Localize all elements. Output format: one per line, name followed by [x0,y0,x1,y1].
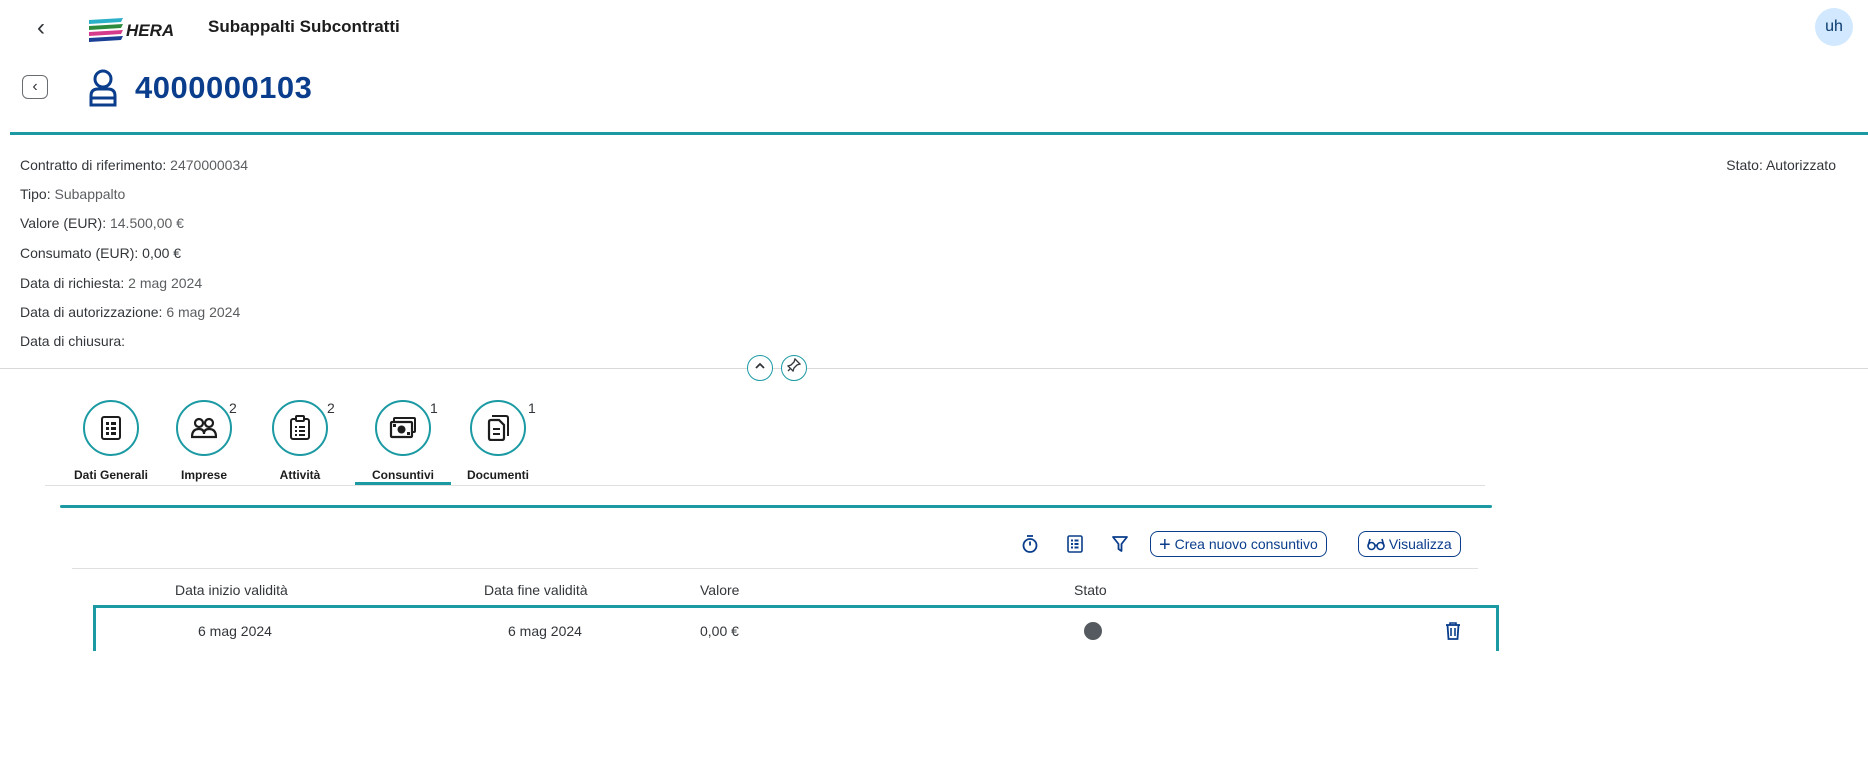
visualizza-button[interactable]: Visualizza [1358,531,1461,557]
create-consuntivo-button[interactable]: + Crea nuovo consuntivo [1150,531,1327,557]
col-header-status[interactable]: Stato [1074,582,1107,598]
glasses-icon [1367,538,1385,551]
status-field: Stato: Autorizzato [1726,157,1836,173]
attr-value: 0,00 € [142,245,182,261]
tab-count-imprese: 2 [229,400,237,416]
documents-icon [487,415,509,441]
attr-label: Data di chiusura: [20,333,126,349]
object-back-button[interactable]: ‹ [22,75,48,99]
user-avatar[interactable]: uh [1815,8,1853,46]
attr-value: 6 mag 2024 [166,304,241,320]
attr-contratto: Contratto di riferimento: 2470000034 [20,157,248,173]
header-collapse-divider [0,368,1868,369]
attr-label: Data di autorizzazione: [20,304,167,320]
collapse-header-button[interactable] [747,355,773,381]
attr-value: 2 mag 2024 [128,275,203,291]
app-title: Subappalti Subcontratti [208,17,400,36]
attr-data-chiusura: Data di chiusura: [20,333,125,349]
table-row[interactable] [93,605,1499,651]
table-settings-icon[interactable] [1065,534,1085,554]
create-button-label: Crea nuovo consuntivo [1174,536,1318,552]
pin-header-button[interactable] [781,355,807,381]
cell-end-date: 6 mag 2024 [508,623,582,639]
person-icon [86,68,120,108]
section-divider [60,505,1492,508]
pin-icon [786,357,802,373]
svg-text:HERA: HERA [126,21,174,40]
tab-count-documenti: 1 [528,400,536,416]
tab-icon-container [375,400,431,456]
cell-start-date: 6 mag 2024 [198,623,272,639]
chevron-up-icon [755,362,765,369]
plus-icon: + [1159,534,1171,556]
col-header-value[interactable]: Valore [700,582,739,598]
status-label: Stato: [1726,157,1766,173]
attr-label: Contratto di riferimento: [20,157,171,173]
tabs-divider [45,485,1485,486]
status-indicator [1084,622,1102,640]
col-header-end[interactable]: Data fine validità [484,582,588,598]
form-icon [101,416,121,440]
trash-icon[interactable] [1444,621,1462,641]
hera-logo: HERA [87,10,177,44]
clipboard-list-icon [290,415,310,440]
attr-label: Consumato (EUR): [20,245,143,261]
header-divider [10,132,1868,135]
attr-data-autorizzazione: Data di autorizzazione: 6 mag 2024 [20,304,240,320]
attr-value: 14.500,00 € [109,215,184,231]
attr-value: Subappalto [54,186,126,202]
tab-label: Consuntivi [372,468,434,482]
timer-icon[interactable] [1020,534,1040,554]
table-header-top-border [72,568,1478,569]
attr-label: Valore (EUR): [20,215,110,231]
tab-dati-generali[interactable]: Dati Generali [66,400,156,482]
group-icon [191,417,217,439]
col-header-start[interactable]: Data inizio validità [175,582,288,598]
cell-value: 0,00 € [700,623,739,639]
attr-valore: Valore (EUR): 14.500,00 € [20,215,184,231]
attr-tipo: Tipo: Subappalto [20,186,125,202]
filter-icon[interactable] [1110,534,1130,554]
attr-label: Tipo: [20,186,55,202]
tab-icon-container [470,400,526,456]
money-icon [389,417,416,439]
status-value: Autorizzato [1765,157,1836,173]
attr-consumato: Consumato (EUR): 0,00 € [20,245,181,261]
tab-icon-container [176,400,232,456]
view-button-label: Visualizza [1388,536,1452,552]
tab-label: Attività [279,468,321,482]
tab-count-attivita: 2 [327,400,335,416]
tab-label: Dati Generali [73,468,149,482]
attr-label: Data di richiesta: [20,275,129,291]
tab-icon-container [83,400,139,456]
attr-data-richiesta: Data di richiesta: 2 mag 2024 [20,275,202,291]
object-title: 4000000103 [135,70,313,105]
tab-active-indicator [355,482,451,485]
tab-icon-container [272,400,328,456]
tab-label: Imprese [180,468,228,482]
tab-count-consuntivi: 1 [430,400,438,416]
attr-value: 2470000034 [170,157,249,173]
tab-label: Documenti [466,468,529,482]
shell-back-button[interactable]: ‹ [30,16,52,40]
